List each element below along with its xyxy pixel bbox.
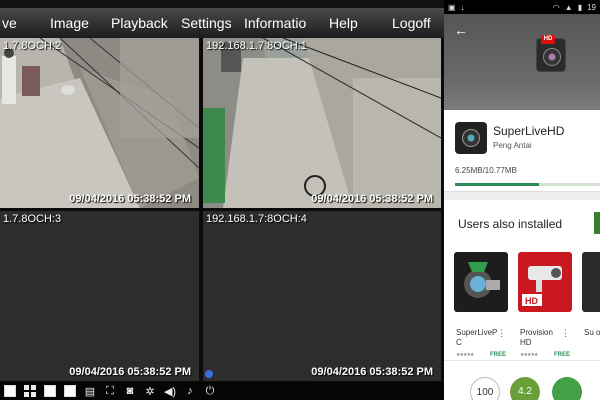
menu-help[interactable]: Help [329,15,358,31]
camera-timestamp-3: 09/04/2016 05:38:52 PM [69,366,191,378]
speaker-icon[interactable]: ◀) [164,385,176,398]
record-indicator-icon [205,370,213,378]
camera-timestamp-4: 09/04/2016 05:38:52 PM [311,366,433,378]
section-title: Users also installed [458,217,563,231]
battery-icon: ▮ [577,2,583,12]
more-button[interactable] [594,212,600,234]
power-icon[interactable]: ⏻ [204,385,216,397]
top-strip [0,0,444,8]
signal-icon: ▲ [564,2,573,12]
camera-view-2[interactable]: 192.168.1.7:8OCH:1 09/04/2016 05:38:52 P… [203,38,441,208]
camera-scene-2 [203,38,441,208]
app-icon [455,122,487,154]
overflow-menu-icon[interactable]: ⋮ [561,328,570,339]
download-progress-bar [455,183,600,186]
dvr-app: ve Image Playback Settings Informatio He… [0,0,444,400]
related-app-2[interactable]: HD Provision HD ⋮ ★★★★★ FREE [516,248,574,368]
related-app-name: Su o [584,328,600,337]
related-app-3-icon [582,252,600,312]
camera-view-4[interactable]: 192.168.1.7:8OCH:4 09/04/2016 05:38:52 P… [203,211,441,381]
svg-text:HD: HD [525,296,538,306]
menu-information[interactable]: Informatio [244,15,306,31]
rating-stars-icon: ★★★★★ [456,352,474,358]
menu-image[interactable]: Image [50,15,89,31]
quad-view-icon[interactable] [24,385,36,397]
camera-snapshot-icon[interactable]: ◙ [124,385,136,397]
users-also-installed-section: Users also installed SuperLiveP C ⋮ ★★★★… [444,192,600,360]
related-app-price: FREE [553,352,570,358]
hero-app-icon: HD [536,35,566,72]
downloads-badge: 100 [470,377,500,400]
view-16-icon[interactable] [64,385,76,397]
download-icon: ↓ [460,2,465,12]
menu-settings[interactable]: Settings [181,15,232,31]
camera-timestamp-2: 09/04/2016 05:38:52 PM [311,193,433,205]
dvr-toolbar: ▤ ⛶ ◙ ✲ ◀) ♪ ⏻ [0,382,444,400]
screen: ve Image Playback Settings Informatio He… [0,0,600,400]
menu-logoff[interactable]: Logoff [392,15,431,31]
camera-timestamp-1: 09/04/2016 05:38:52 PM [69,193,191,205]
ptz-icon[interactable]: ✲ [144,385,156,398]
camera-scene-1 [0,38,199,208]
play-store-panel: ▣ ↓ ◠ ▲ ▮ 19 ← HD SuperLiveHD Peng Antai… [444,0,600,400]
superlivepc-icon [454,252,508,312]
camera-view-1[interactable]: 1.7.8OCH:2 09/04/2016 05:38:52 PM [0,38,199,208]
view-9-icon[interactable] [44,385,56,397]
overflow-menu-icon[interactable]: ⋮ [497,328,506,339]
menu-playback[interactable]: Playback [111,15,168,31]
related-app-name: Provision HD [520,328,553,347]
category-badge [552,377,582,400]
hd-badge-icon: HD [541,35,555,44]
app-stats-badges: 100 4.2 [444,360,600,400]
download-progress-fill [455,183,540,186]
app-hero-banner: ← HD [444,14,600,110]
rating-stars-icon: ★★★★★ [520,352,538,358]
back-arrow-icon[interactable]: ← [454,22,468,38]
app-developer[interactable]: Peng Antai [493,141,532,150]
status-bar: ▣ ↓ ◠ ▲ ▮ 19 [444,0,600,14]
camera-label-3: 1.7.8OCH:3 [3,213,62,225]
menu-live[interactable]: ve [2,15,17,31]
camera-label-1: 1.7.8OCH:2 [3,40,62,52]
status-time: 19 [587,2,596,12]
camera-view-3[interactable]: 1.7.8OCH:3 09/04/2016 05:38:52 PM [0,211,199,381]
related-app-name: SuperLiveP C [456,328,498,347]
menu-bar: ve Image Playback Settings Informatio He… [0,8,444,38]
rating-badge: 4.2 [510,377,540,400]
film-icon[interactable]: ▤ [84,385,96,398]
camera-label-4: 192.168.1.7:8OCH:4 [206,213,307,225]
microphone-icon[interactable]: ♪ [184,385,196,397]
related-app-price: FREE [489,352,506,358]
provision-hd-icon: HD [518,252,572,312]
camera-label-2: 192.168.1.7:8OCH:1 [206,40,307,52]
related-app-3[interactable]: Su o [580,248,600,368]
camera-grid: 1.7.8OCH:2 09/04/2016 05:38:52 PM 192.16… [0,38,444,382]
download-progress-text: 6.25MB/10.77MB [455,166,517,175]
related-app-1[interactable]: SuperLiveP C ⋮ ★★★★★ FREE [452,248,510,368]
app-info-card: SuperLiveHD Peng Antai 6.25MB/10.77MB [444,110,600,192]
single-view-icon[interactable] [4,385,16,397]
app-name: SuperLiveHD [493,124,565,138]
notification-icon: ▣ [448,2,456,12]
wifi-icon: ◠ [552,2,560,12]
fullscreen-icon[interactable]: ⛶ [104,385,116,397]
